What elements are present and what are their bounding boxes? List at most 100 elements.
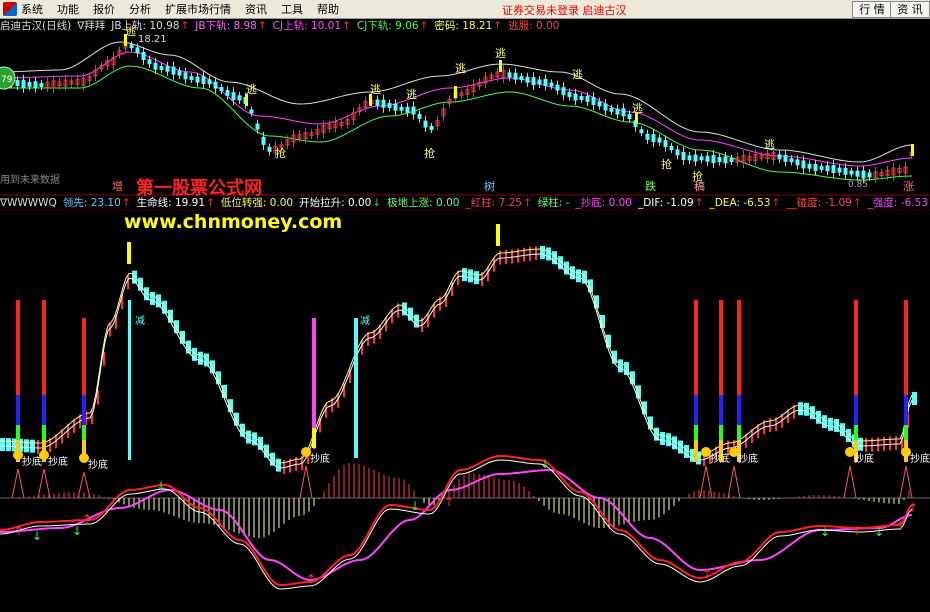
candle-body [537, 79, 542, 85]
signal-stack-bar [16, 300, 20, 395]
candle-body [831, 165, 836, 174]
signal-stack-bar [496, 224, 500, 246]
stock-chart[interactable]: 逃逃逃逃逃逃逃逃逃抢 抢抢抢增树跌稿涨18.210.85用到未来数据79减 减抄底抄… [0, 0, 930, 612]
macd-dea-line [0, 468, 913, 582]
candle-body [219, 87, 224, 91]
candle-body [801, 160, 806, 169]
indicator-cyan-bar [618, 359, 623, 373]
candle-body [861, 170, 866, 179]
candle-body [153, 62, 158, 70]
candle-body [225, 89, 230, 96]
candle-body [165, 65, 170, 72]
candle-body [387, 102, 392, 108]
indicator-cyan-bar [0, 438, 5, 451]
macd-dif-shadow-line [0, 459, 913, 590]
indicator-cyan-bar [540, 246, 545, 259]
candle-body [651, 134, 656, 143]
candle-body [531, 77, 536, 86]
candle-body [231, 92, 236, 101]
price-signal-label: 逃 [455, 62, 466, 75]
macd-up-arrow: ↑ [306, 572, 316, 586]
candle-body [429, 126, 434, 130]
indicator-cyan-bar [150, 292, 155, 305]
indicator-cyan-bar [570, 266, 575, 280]
candle-body [843, 167, 848, 175]
signal-stack-bar [82, 425, 86, 440]
signal-stack-bar [904, 300, 908, 395]
candle-body [627, 114, 632, 120]
signal-stack-bar [719, 425, 723, 440]
candle-body [657, 137, 662, 143]
watermark-url: www.chnmoney.com [124, 211, 342, 233]
candle-body [375, 99, 380, 106]
chaodi-peak [899, 465, 913, 499]
candle-body [807, 163, 812, 169]
candle-body [591, 97, 596, 106]
macd-up-arrow: ↑ [896, 519, 906, 533]
candle-body [795, 159, 800, 166]
candle-body [417, 113, 422, 119]
candle-body [249, 109, 254, 114]
candle-body [699, 156, 704, 161]
candle-body [729, 158, 734, 162]
watermark-title: 第一股票公式网 [136, 177, 262, 199]
candle-body [585, 95, 590, 102]
chaodi-label: 抄底 [854, 452, 874, 465]
signal-stack-bar [694, 395, 698, 425]
price-signal-label: 逃 [764, 138, 775, 151]
indicator-cyan-bar [246, 430, 251, 444]
macd-down-arrow: ↓ [410, 499, 420, 513]
candle-body [33, 81, 38, 89]
indicator-tag-label: 减 [360, 315, 370, 327]
candle-body [423, 120, 428, 128]
chaodi-peak [727, 465, 741, 499]
candle-body [543, 78, 548, 86]
candle-body [261, 136, 266, 145]
candle-body [141, 52, 146, 61]
candle-body [129, 44, 134, 49]
candle-body [567, 92, 572, 98]
chaodi-label: 抄底 [48, 455, 68, 468]
candle-body [687, 155, 692, 161]
chaodi-label: 抄底 [910, 452, 930, 465]
signal-candle-yellow [499, 60, 502, 72]
signal-stack-bar [737, 395, 741, 425]
indicator-cyan-bar [228, 399, 233, 413]
signal-stack-bar [694, 300, 698, 395]
candle-body [135, 47, 140, 54]
candle-body [39, 83, 44, 87]
candle-body [549, 82, 554, 87]
candle-body [561, 87, 566, 96]
price-signal-label: 逃 [370, 83, 381, 96]
candle-body [195, 76, 200, 83]
price-signal-label: 稿 [694, 179, 705, 193]
candle-body [399, 106, 404, 111]
candle-body [201, 76, 206, 85]
candle-body [603, 103, 608, 111]
chaodi-peak [299, 465, 313, 499]
candle-body [213, 81, 218, 89]
price-signal-label: 抢 [661, 157, 672, 171]
signal-stack-bar [904, 395, 908, 425]
candle-body [555, 84, 560, 91]
signal-stack-bar [854, 300, 858, 395]
signal-stack-bar [16, 395, 20, 425]
price-signal-label: 增 [112, 179, 123, 193]
macd-up-arrow: ↑ [14, 524, 24, 538]
macd-up-arrow: ↑ [444, 495, 454, 509]
macd-up-arrow: ↑ [852, 524, 862, 538]
signal-stack-bar [854, 425, 858, 440]
indicator-cyan-bar [630, 371, 635, 385]
indicator-cyan-bar [666, 433, 671, 447]
macd-up-arrow: ↑ [82, 512, 92, 526]
chaodi-peak [699, 465, 713, 499]
macd-down-arrow: ↓ [32, 529, 42, 543]
indicator-cyan-bar [660, 432, 665, 445]
candle-body [681, 151, 686, 160]
indicator-cyan-bar [804, 402, 809, 416]
candle-body [411, 106, 416, 115]
indicator-cyan-bar [822, 415, 827, 429]
candle-body [573, 93, 578, 101]
indicator-cyan-bar [24, 439, 29, 453]
price-signal-label: 逃 [125, 25, 136, 38]
